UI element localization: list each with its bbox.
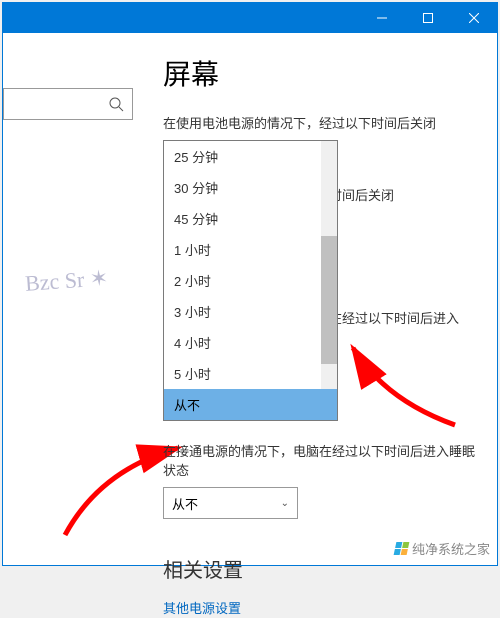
dropdown-option[interactable]: 1 小时	[164, 234, 337, 265]
dropdown-option[interactable]: 25 分钟	[164, 141, 337, 172]
plugged-sleep-label: 在接通电源的情况下，电脑在经过以下时间后进入睡眠状态	[163, 441, 477, 479]
dropdown-option[interactable]: 从不	[164, 389, 337, 420]
dropdown-option[interactable]: 30 分钟	[164, 172, 337, 203]
related-settings-heading: 相关设置	[163, 554, 477, 583]
main-content: 以下时间后关闭 电脑在经过以下时间后进入 屏幕 在使用电池电源的情况下，经过以下…	[143, 33, 497, 565]
plugged-sleep-value: 从不	[172, 494, 198, 513]
dropdown-option[interactable]: 3 小时	[164, 296, 337, 327]
other-power-settings-link[interactable]: 其他电源设置	[163, 598, 241, 617]
dropdown-option[interactable]: 4 小时	[164, 327, 337, 358]
plugged-sleep-select[interactable]: 从不 ⌄	[163, 487, 298, 519]
battery-off-label: 在使用电池电源的情况下，经过以下时间后关闭	[163, 113, 477, 132]
dropdown-option[interactable]: 5 小时	[164, 358, 337, 389]
timeout-dropdown-open[interactable]: 25 分钟30 分钟45 分钟1 小时2 小时3 小时4 小时5 小时从不	[163, 140, 338, 421]
search-icon	[108, 96, 124, 112]
search-input[interactable]	[3, 88, 133, 120]
minimize-button[interactable]	[359, 3, 405, 33]
chevron-down-icon: ⌄	[281, 498, 289, 509]
dropdown-option[interactable]: 2 小时	[164, 265, 337, 296]
sidebar	[3, 33, 143, 565]
page-title: 屏幕	[163, 53, 477, 93]
close-button[interactable]	[451, 3, 497, 33]
window-titlebar	[3, 3, 497, 33]
maximize-button[interactable]	[405, 3, 451, 33]
dropdown-option[interactable]: 45 分钟	[164, 203, 337, 234]
